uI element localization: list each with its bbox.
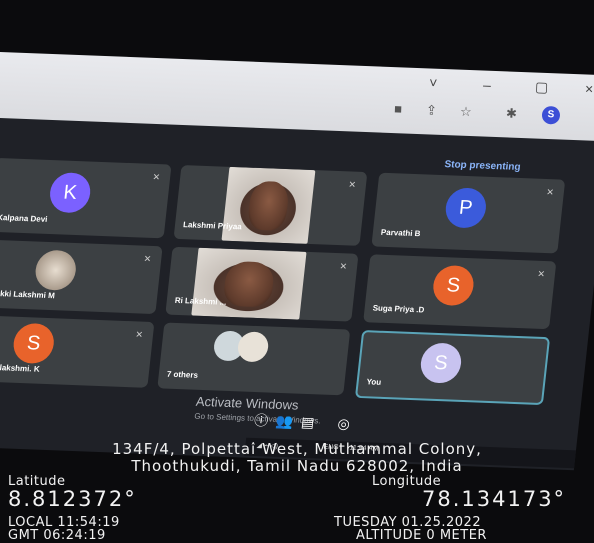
participant-name: Kalpana Devi [0,212,48,224]
participant-tile[interactable]: ✕ S Suga Priya .D [363,254,557,330]
latitude-value: 8.812372° [8,487,137,511]
participant-name: Ri Lakshmi ... [174,295,227,307]
participant-name: Parvathi B [380,227,421,239]
mic-off-icon: ✕ [134,329,144,340]
cast-icon[interactable]: ■ [394,101,402,116]
mic-off-icon: ✕ [347,179,357,190]
close-icon[interactable]: × [585,80,594,96]
avatar: K [47,172,93,214]
address-line-2: Thoothukudi, Tamil Nadu 628002, India [131,457,463,475]
profile-avatar[interactable]: S [541,105,561,125]
maximize-icon[interactable]: ▢ [535,79,549,96]
meet-window: Stop presenting ✕ K Kalpana Devi ✕ Laksh… [0,118,594,471]
others-count: 7 others [166,369,199,380]
avatar: P [443,187,489,229]
geo-stamp: 134F/4, Polpettai West, Muthammal Colony… [0,438,594,543]
avatar: S [431,264,476,307]
avatar [33,249,78,291]
mic-off-icon: ✕ [152,171,161,183]
avatar: S [418,342,464,384]
participant-tile[interactable]: ✕ Ri Lakshmi ... [165,246,359,322]
participant-tile[interactable]: ✕ Lakshmi Priyaa [173,165,368,246]
chevron-down-icon[interactable]: ˅ [429,75,438,91]
participant-name: You [366,377,382,387]
mic-off-icon: ✕ [545,187,555,198]
meeting-controls[interactable]: ⓘ 👥 ▤ ◎ [253,410,351,434]
participant-video [191,247,307,320]
extensions-icon[interactable]: ✱ [506,105,517,121]
participant-tile[interactable]: ✕ S vithalakshmi. K [0,315,155,388]
stop-presenting-button[interactable]: Stop presenting [444,159,521,173]
participant-tile[interactable]: ✕ Isakki Lakshmi M [0,239,163,315]
participant-tile[interactable]: ✕ K Kalpana Devi [0,157,172,239]
mic-off-icon: ✕ [339,261,348,272]
altitude: ALTITUDE 0 METER [356,528,487,543]
others-tile[interactable]: 7 others [157,322,351,396]
mic-off-icon: ✕ [143,253,152,264]
avatar [236,331,270,363]
self-tile[interactable]: S You [354,330,551,406]
participant-name: vithalakshmi. K [0,362,41,374]
star-icon[interactable]: ☆ [460,104,472,120]
participant-name: Lakshmi Priyaa [182,220,243,232]
avatar: S [11,322,56,365]
longitude-value: 78.134173° [422,487,567,511]
participant-name: Isakki Lakshmi M [0,288,56,301]
gmt-time: GMT 06:24:19 [8,528,106,543]
share-icon[interactable]: ⇪ [426,102,437,118]
participant-video [221,166,316,244]
participant-tile[interactable]: ✕ P Parvathi B [371,172,566,254]
activate-windows-title: Activate Windows [195,393,300,413]
minimize-icon[interactable]: – [483,77,491,93]
address-line-1: 134F/4, Polpettai West, Muthammal Colony… [112,440,482,458]
mic-off-icon: ✕ [536,268,546,280]
participant-name: Suga Priya .D [372,303,425,315]
